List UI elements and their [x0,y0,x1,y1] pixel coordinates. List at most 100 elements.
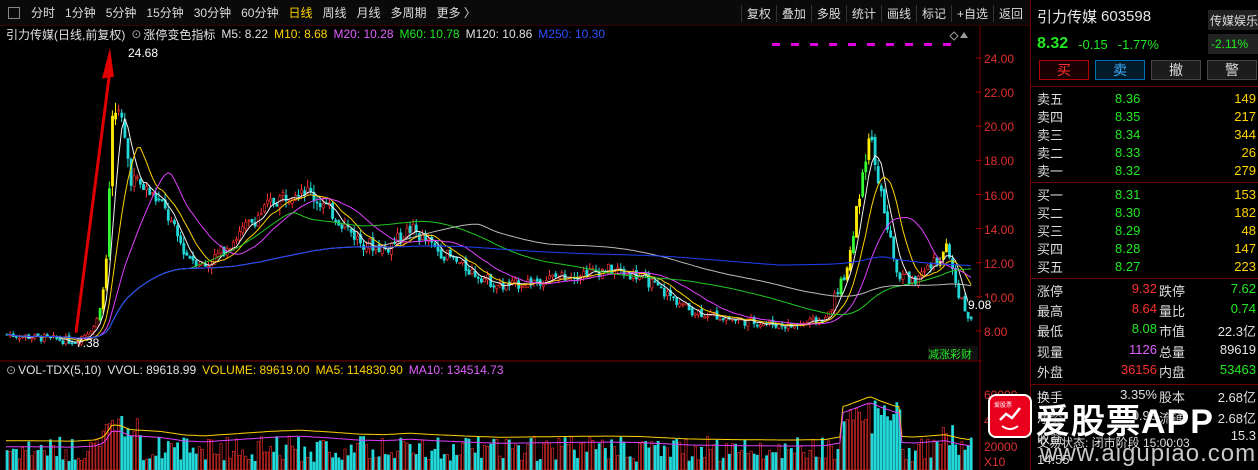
ma10-value: M10: 8.68 [274,27,328,41]
period-multi[interactable]: 多周期 [386,4,432,21]
candle-body [297,194,300,197]
statistics-button[interactable]: 统计 [845,4,881,22]
period-30min[interactable]: 30分钟 [189,4,236,21]
menu-square-icon[interactable] [8,6,20,19]
sell-button[interactable]: 卖 [1095,60,1145,80]
candle-body [42,334,46,342]
volume-bar [15,449,18,470]
volume-bar [746,453,750,470]
period-1min[interactable]: 1分钟 [60,4,101,21]
draw-line-button[interactable]: 画线 [880,4,916,22]
candle-body [827,311,831,318]
candle-body [855,205,858,238]
collapse-icon[interactable]: ⊙ [131,27,141,41]
kline-chart[interactable] [0,26,982,470]
mark-button[interactable]: 标记 [915,4,951,22]
alert-button[interactable]: 警 [1207,60,1257,80]
volume-bar [427,459,431,470]
volume-bar [421,439,424,470]
volume-bar [18,458,21,470]
bid-row[interactable]: 买五 8.27 223 [1031,258,1258,276]
ask-row[interactable]: 卖五 8.36 149 [1031,89,1258,107]
candle-body [464,258,468,271]
volume-bar [324,441,328,470]
volume-bar [315,441,319,470]
volume-bar [566,444,570,470]
ask-row[interactable]: 卖一 8.32 279 [1031,162,1258,180]
volume-bar [551,447,555,470]
volume-bar [805,457,809,470]
volume-tick: 20000 [984,440,1018,454]
volume-bar [5,450,9,470]
multi-stock-button[interactable]: 多股 [810,4,846,22]
collapse-icon[interactable]: ⊙ [6,363,16,377]
candle-body [241,226,245,233]
candle-body [917,275,920,287]
ask-row[interactable]: 卖四 8.35 217 [1031,107,1258,125]
candle-body [216,252,220,257]
volume-bar [334,452,338,470]
candle-body [743,320,747,326]
volume-bar [560,446,564,470]
volume-bar [603,448,607,470]
volume-bar [445,454,449,470]
period-15min[interactable]: 15分钟 [141,4,188,21]
candle-body [166,209,170,221]
period-60min[interactable]: 60分钟 [236,4,283,21]
volume-bar [349,444,353,470]
buy-button[interactable]: 买 [1039,60,1089,80]
volume-bar [969,437,973,470]
add-watchlist-button[interactable]: +自选 [950,4,993,22]
candle-body [830,309,834,312]
cancel-order-button[interactable]: 撤 [1151,60,1201,80]
volume-bar [517,445,521,470]
sector-tag[interactable]: 传媒娱乐 [1208,10,1258,30]
candle-body [749,317,753,320]
volume-bar [300,461,304,470]
bid-row[interactable]: 买四 8.28 147 [1031,240,1258,258]
ma20-value: M20: 10.28 [333,27,394,41]
volume-bar [439,458,443,470]
volume-bar [163,452,167,470]
period-5min[interactable]: 5分钟 [101,4,142,21]
adjust-button[interactable]: 复权 [740,4,776,22]
candle-body [185,252,189,256]
overlay-button[interactable]: 叠加 [775,4,811,22]
candle-body [811,316,815,321]
volume-bar [492,438,496,470]
volume-indicator-name[interactable]: VOL-TDX(5,10) [18,363,101,377]
period-more[interactable]: 更多 〉 [432,4,481,21]
volume-bar [845,419,849,470]
volume-bar [749,450,753,470]
period-weekly[interactable]: 周线 [317,4,351,21]
volume-bar [399,437,403,470]
price-tick: 14.00 [984,223,1015,237]
period-monthly[interactable]: 月线 [352,4,386,21]
volume-bar [523,452,527,470]
bid-row[interactable]: 买二 8.30 182 [1031,203,1258,221]
volume-bar [228,457,232,470]
bid-row[interactable]: 买一 8.31 153 [1031,185,1258,203]
volume-bar [715,440,719,470]
divider [1031,86,1258,87]
candle-body [535,278,539,282]
volume-bar [740,450,744,470]
candle-body [182,243,186,255]
volume-bar [266,451,269,470]
candle-body [814,317,818,324]
ask-row[interactable]: 卖三 8.34 344 [1031,125,1258,143]
candle-body [898,272,902,280]
bid-row[interactable]: 买三 8.29 48 [1031,221,1258,239]
volume-bar [929,457,933,470]
volume-bar [548,442,552,470]
period-intraday[interactable]: 分时 [26,4,60,21]
volume-bar [889,420,893,470]
volume-bar [532,435,536,470]
indicator-name[interactable]: 涨停变色指标 [143,26,215,43]
volume-bar [235,438,238,470]
volume-bar [557,438,561,470]
period-daily[interactable]: 日线 [283,4,317,21]
volume-bar [371,449,375,470]
ask-row[interactable]: 卖二 8.33 26 [1031,144,1258,162]
back-button[interactable]: 返回 [992,4,1028,22]
